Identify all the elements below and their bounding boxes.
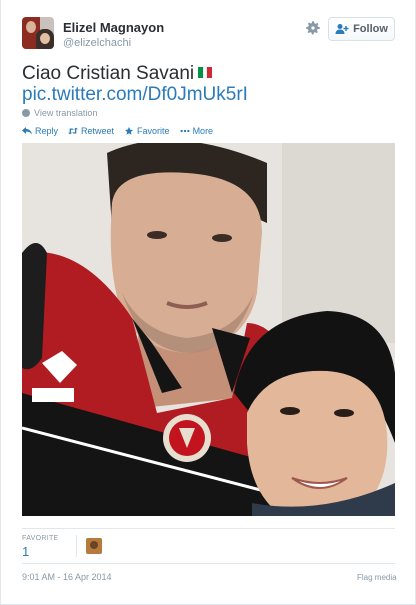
- favorite-button[interactable]: Favorite: [124, 126, 170, 136]
- follow-person-icon: [335, 24, 349, 34]
- follow-label: Follow: [353, 23, 388, 35]
- user-handle[interactable]: @elizelchachi: [63, 37, 131, 49]
- favorite-stat-label: FAVORITE: [22, 535, 59, 542]
- tweet-actions: Reply Retweet Favorite More: [22, 126, 213, 136]
- retweet-icon: [68, 127, 79, 135]
- favorite-stat-count[interactable]: 1: [22, 544, 29, 559]
- tweet-photo[interactable]: [22, 143, 395, 516]
- flag-media-link[interactable]: Flag media: [357, 573, 397, 582]
- tweet-text: Ciao Cristian Savani: [22, 62, 213, 85]
- tweet-card: Elizel Magnayon @elizelchachi Follow Cia…: [0, 0, 416, 605]
- tweet-timestamp[interactable]: 9:01 AM - 16 Apr 2014: [22, 572, 112, 582]
- user-fullname[interactable]: Elizel Magnayon: [63, 20, 164, 35]
- star-icon: [125, 127, 134, 135]
- avatar[interactable]: [22, 17, 54, 49]
- tweet-text-body: Ciao Cristian Savani: [22, 63, 195, 84]
- stats-divider-top: [22, 528, 395, 529]
- retweet-button[interactable]: Retweet: [68, 126, 114, 136]
- reply-label: Reply: [35, 126, 59, 136]
- tweet-media-link[interactable]: pic.twitter.com/Df0JmUk5rI: [22, 84, 248, 106]
- stats-separator: [76, 535, 77, 557]
- more-button[interactable]: More: [180, 126, 214, 136]
- view-translation[interactable]: View translation: [22, 108, 97, 118]
- view-translation-label: View translation: [34, 108, 98, 118]
- gear-icon[interactable]: [304, 19, 322, 37]
- globe-icon: [22, 109, 30, 117]
- retweet-label: Retweet: [81, 126, 115, 136]
- follow-button[interactable]: Follow: [328, 17, 395, 41]
- favorite-label: Favorite: [137, 126, 170, 136]
- italy-flag-icon: [198, 62, 213, 78]
- selfie-photo-illustration: [22, 143, 395, 516]
- stats-divider-bottom: [22, 563, 395, 564]
- reply-icon: [22, 127, 32, 135]
- more-label: More: [192, 126, 214, 136]
- favoriter-avatar[interactable]: [86, 538, 102, 554]
- reply-button[interactable]: Reply: [22, 126, 58, 136]
- more-dots-icon: [180, 129, 190, 133]
